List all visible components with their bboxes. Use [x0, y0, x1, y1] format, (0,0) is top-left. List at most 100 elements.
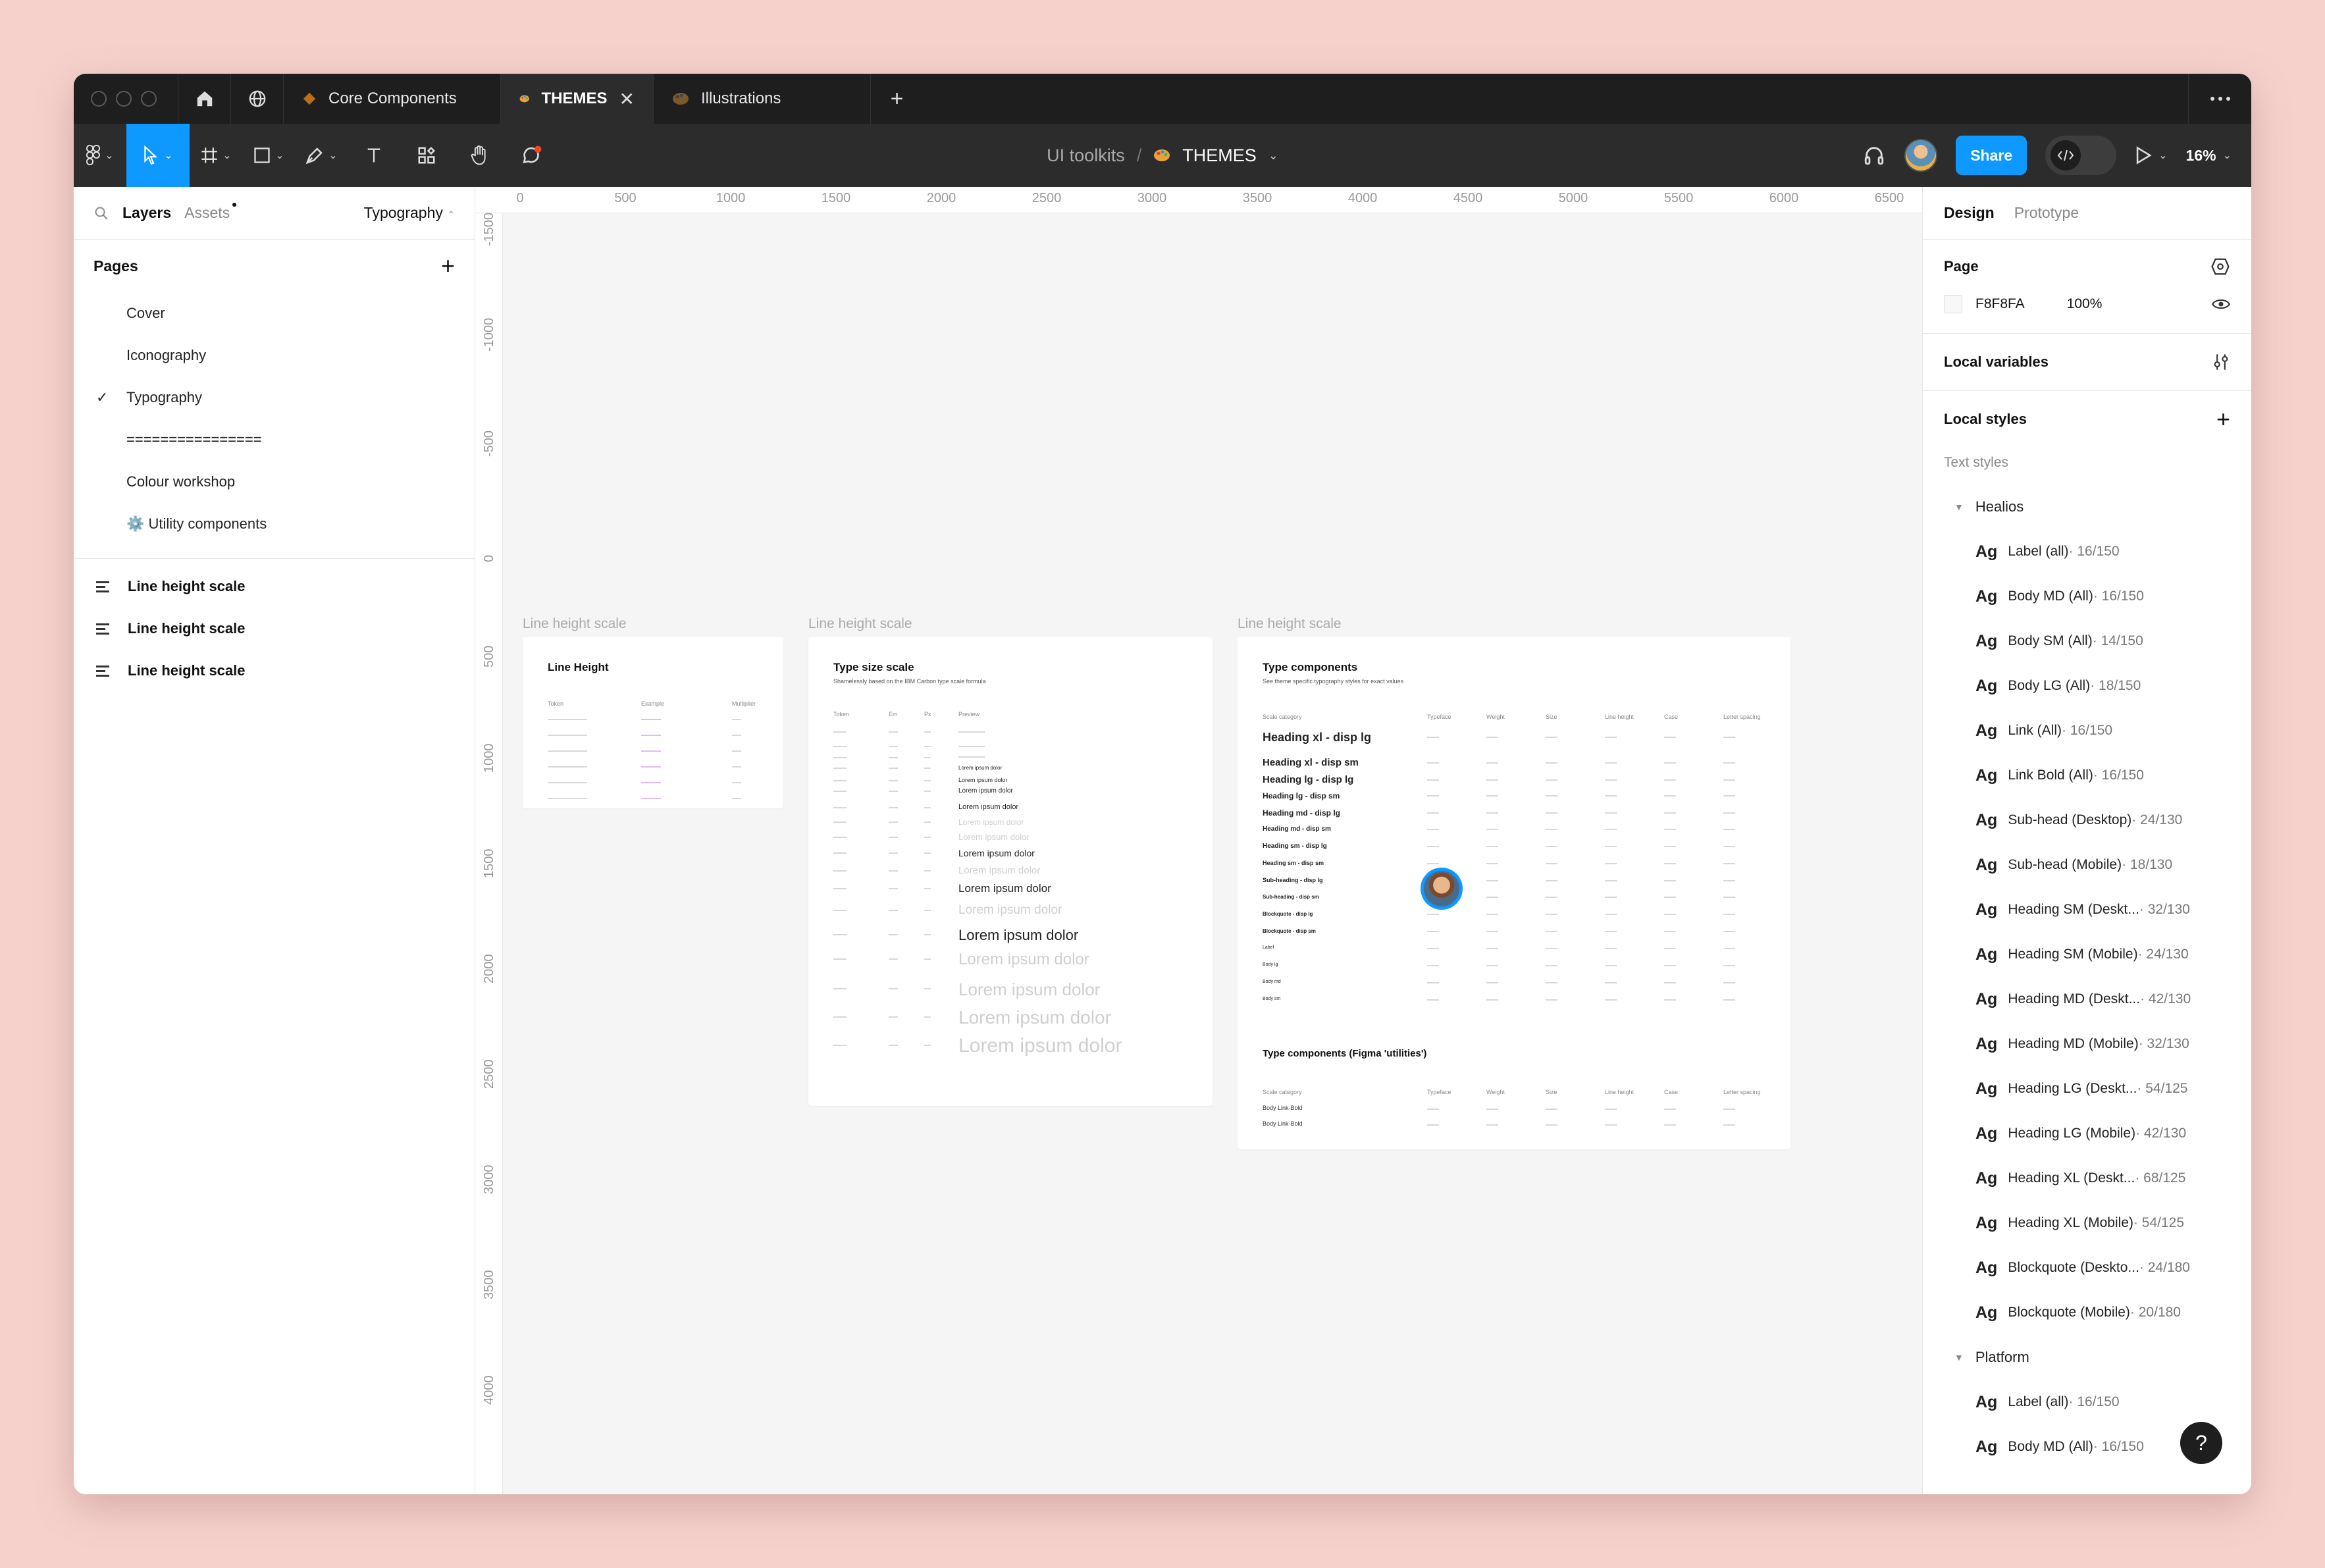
close-tab-icon[interactable]: ✕	[619, 88, 635, 110]
caret-down-icon: ▼	[1954, 502, 1964, 512]
frame-label[interactable]: Line height scale	[1238, 616, 1342, 632]
frame-tool[interactable]: ⌄	[190, 124, 242, 187]
tab-illustrations[interactable]: Illustrations	[653, 74, 870, 124]
page-color-value[interactable]: F8F8FA	[1975, 296, 2025, 312]
local-variables-header[interactable]: Local variables	[1944, 340, 2230, 384]
text-style-item[interactable]: Ag Label (all) · 16/150	[1923, 1380, 2251, 1424]
text-style-item[interactable]: Ag Heading LG (Deskt... · 54/125	[1923, 1066, 2251, 1111]
text-style-item[interactable]: Ag Blockquote (Deskto... · 24/180	[1923, 1245, 2251, 1290]
text-style-item[interactable]: Ag Heading MD (Mobile) · 32/130	[1923, 1022, 2251, 1066]
avatar[interactable]	[1904, 139, 1938, 172]
add-page-button[interactable]: +	[441, 252, 455, 280]
comment-tool[interactable]	[506, 124, 558, 187]
text-style-item[interactable]: Ag Heading SM (Deskt... · 32/130	[1923, 887, 2251, 932]
text-style-item[interactable]: Ag Heading LG (Mobile) · 42/130	[1923, 1111, 2251, 1156]
layer-row[interactable]: Line height scale	[74, 565, 475, 608]
frame-type-components[interactable]: Type components See theme specific typog…	[1238, 637, 1790, 1149]
shape-tool[interactable]: ⌄	[242, 124, 295, 187]
preview-text: Lorem ipsum dolor	[958, 1007, 1111, 1028]
layer-label: Line height scale	[128, 662, 246, 679]
canvas[interactable]: 0 500 1000 1500 2000 2500 3000 3500 4000 4500 5000…	[475, 187, 1922, 1494]
chevron-down-icon: ⌄	[1268, 148, 1278, 162]
scale-category-label: Sub-heading - disp lg	[1263, 877, 1323, 883]
help-button[interactable]: ?	[2180, 1422, 2222, 1464]
text-style-item[interactable]: Ag Link Bold (All) · 16/150	[1923, 753, 2251, 798]
tab-prototype[interactable]: Prototype	[2014, 204, 2079, 222]
pen-tool[interactable]: ⌄	[295, 124, 348, 187]
collaborator-cursor-avatar	[1421, 868, 1463, 910]
page-item[interactable]: ⚙️ Utility components	[74, 503, 475, 545]
text-style-item[interactable]: Ag Label (all) · 16/150	[1923, 529, 2251, 574]
present-play-icon[interactable]	[2135, 146, 2152, 165]
table-cell-placeholder	[833, 958, 847, 960]
text-style-item[interactable]: Ag Sub-head (Desktop) · 24/130	[1923, 798, 2251, 843]
text-style-item[interactable]: Ag Body MD (All) · 16/150	[1923, 574, 2251, 619]
frame-label[interactable]: Line height scale	[523, 616, 627, 632]
layer-row[interactable]: Line height scale	[74, 650, 475, 692]
tab-layers[interactable]: Layers	[122, 204, 171, 222]
move-tool[interactable]: ⌄	[126, 124, 190, 187]
home-button[interactable]	[178, 74, 230, 124]
page-fill-row[interactable]: F8F8FA 100%	[1944, 283, 2230, 325]
more-menu-button[interactable]	[2188, 74, 2251, 124]
page-settings-icon[interactable]	[2210, 257, 2230, 276]
page-item[interactable]: ================	[74, 419, 475, 461]
table-cell-placeholder	[1486, 737, 1498, 738]
hand-tool[interactable]	[453, 124, 506, 187]
frame-label[interactable]: Line height scale	[808, 616, 912, 632]
text-style-item[interactable]: Ag Link (All) · 16/150	[1923, 708, 2251, 753]
style-group-header[interactable]: ▼ Healios	[1923, 484, 2251, 529]
main-menu-button[interactable]: ⌄	[74, 124, 126, 187]
text-style-name: Heading MD (Deskt...	[2008, 991, 2141, 1006]
add-style-button[interactable]: +	[2216, 405, 2230, 433]
table-cell-placeholder	[889, 731, 898, 733]
variables-sliders-icon[interactable]	[2212, 353, 2230, 371]
page-item[interactable]: Cover	[74, 292, 475, 334]
table-cell-placeholder	[1605, 846, 1617, 847]
text-style-item[interactable]: Ag Body SM (All) · 14/150	[1923, 619, 2251, 664]
text-style-item[interactable]: Ag Heading SM (Mobile) · 24/130	[1923, 932, 2251, 977]
page-item[interactable]: Iconography	[74, 334, 475, 377]
preview-text: Lorem ipsum dolor	[958, 832, 1030, 842]
table-cell-placeholder	[1664, 879, 1676, 881]
text-style-item[interactable]: Ag Body LG (All) · 18/150	[1923, 664, 2251, 708]
text-style-item[interactable]: Ag Heading XL (Deskt... · 68/125	[1923, 1156, 2251, 1201]
tab-assets[interactable]: Assets	[184, 203, 237, 222]
new-tab-button[interactable]: +	[870, 74, 923, 124]
page-item[interactable]: Colour workshop	[74, 461, 475, 503]
close-window-button[interactable]	[91, 91, 107, 107]
ruler-tick-label: 2000	[482, 954, 496, 984]
layer-row[interactable]: Line height scale	[74, 608, 475, 650]
text-style-name: Heading XL (Deskt...	[2008, 1170, 2135, 1186]
tab-themes[interactable]: THEMES ✕	[500, 74, 653, 124]
ruler-tick-label: 4500	[1453, 191, 1483, 205]
search-icon[interactable]	[93, 205, 109, 221]
frame-line-height[interactable]: Line Height Token Example Multiplier	[523, 637, 783, 808]
text-tool[interactable]	[348, 124, 400, 187]
community-button[interactable]	[230, 74, 283, 124]
tab-core-components[interactable]: Core Components	[283, 74, 500, 124]
page-item-active[interactable]: ✓ Typography	[74, 377, 475, 419]
text-style-item[interactable]: Ag Sub-head (Mobile) · 18/130	[1923, 843, 2251, 887]
tab-design[interactable]: Design	[1944, 204, 1995, 222]
resources-tool[interactable]	[400, 124, 453, 187]
text-style-item[interactable]: Ag Blockquote (Mobile) · 20/180	[1923, 1290, 2251, 1335]
page-selector[interactable]: Typography ⌃	[364, 204, 455, 222]
minimize-window-button[interactable]	[116, 91, 132, 107]
frame-type-size-scale[interactable]: Type size scale Shamelessly based on the…	[808, 637, 1213, 1106]
file-name[interactable]: THEMES	[1182, 145, 1257, 166]
text-style-item[interactable]: Ag Heading MD (Deskt... · 42/130	[1923, 977, 2251, 1022]
style-group-header[interactable]: ▼ Platform	[1923, 1335, 2251, 1380]
zoom-level[interactable]: 16%	[2186, 147, 2216, 165]
dev-mode-toggle[interactable]	[2045, 136, 2117, 175]
project-name[interactable]: UI toolkits	[1047, 145, 1125, 166]
zoom-window-button[interactable]	[141, 91, 157, 107]
share-button[interactable]: Share	[1956, 136, 2027, 175]
headphones-icon[interactable]	[1862, 144, 1886, 167]
page-opacity-value[interactable]: 100%	[2067, 296, 2103, 312]
color-swatch[interactable]	[1944, 295, 1962, 313]
eye-icon[interactable]	[2212, 298, 2230, 311]
scale-category-label: Heading sm - disp lg	[1263, 843, 1327, 850]
text-style-item[interactable]: Ag Heading XL (Mobile) · 54/125	[1923, 1201, 2251, 1245]
table-cell-placeholder	[833, 791, 847, 792]
